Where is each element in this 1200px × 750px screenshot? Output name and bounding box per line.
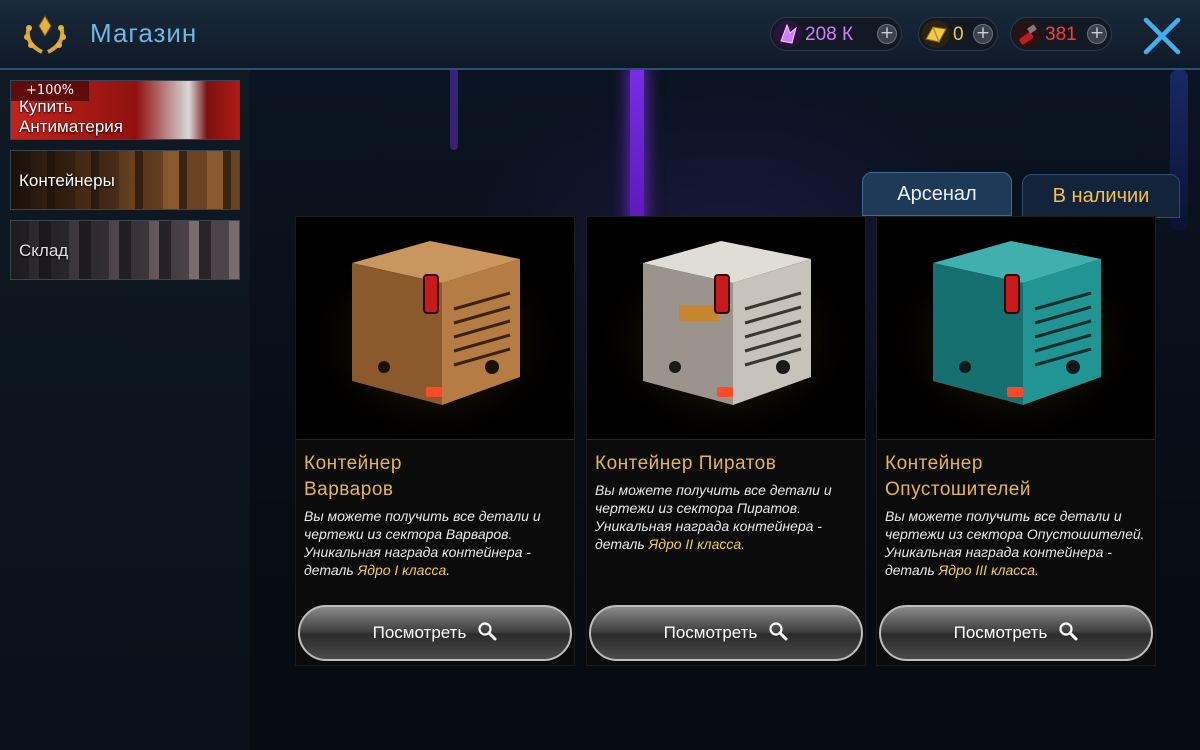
reward-highlight: Ядро I класса	[357, 562, 447, 578]
container-image	[296, 217, 574, 440]
add-antimatter-button[interactable]: +	[877, 24, 897, 44]
sidebar-item-containers[interactable]: Контейнеры	[10, 150, 240, 210]
magnifier-icon	[1059, 622, 1078, 641]
shop-content: Арсенал В наличии Контейнер Варваров Вы …	[250, 70, 1200, 750]
container-image	[877, 217, 1155, 440]
container-card-pirates: Контейнер Пиратов Вы можете получить все…	[586, 216, 866, 666]
currency-value: 0	[953, 24, 964, 45]
tab-in-stock[interactable]: В наличии	[1022, 174, 1180, 218]
sidebar-item-label: Купить Антиматерия	[19, 97, 123, 136]
antimatter-crystal-icon	[774, 20, 802, 48]
container-crate-icon	[587, 217, 865, 439]
container-crate-icon	[877, 217, 1155, 439]
card-title: Контейнер Варваров	[304, 453, 402, 500]
view-button[interactable]: Посмотреть	[298, 605, 572, 661]
magnifier-icon	[769, 622, 788, 641]
currency-value: 381	[1045, 24, 1077, 45]
close-icon[interactable]	[1140, 14, 1184, 58]
reward-highlight: Ядро III класса	[938, 562, 1036, 578]
container-card-barbarians: Контейнер Варваров Вы можете получить вс…	[295, 216, 575, 666]
tab-arsenal[interactable]: Арсенал	[862, 172, 1012, 216]
sidebar-item-buy-antimatter[interactable]: +100% Купить Антиматерия	[10, 80, 240, 140]
background-light-beam	[450, 70, 458, 150]
card-title: Контейнер Пиратов	[595, 453, 777, 474]
sidebar-item-storage[interactable]: Склад	[10, 220, 240, 280]
container-card-devastators: Контейнер Опустошителей Вы можете получи…	[876, 216, 1156, 666]
description-end: .	[1035, 562, 1039, 578]
sidebar-item-label: Контейнеры	[19, 171, 115, 190]
description-end: .	[741, 536, 746, 552]
add-gold-button[interactable]: +	[973, 24, 993, 44]
card-description: Вы можете получить все детали и чертежи …	[595, 481, 857, 553]
currency-value: 208 К	[805, 24, 854, 45]
sidebar-item-label: Склад	[19, 241, 69, 260]
top-bar: Магазин 208 К + 0 + 381 +	[0, 0, 1200, 70]
reward-highlight: Ядро II класса	[648, 536, 742, 552]
view-button[interactable]: Посмотреть	[589, 605, 863, 661]
red-canister-icon	[1014, 20, 1042, 48]
view-button-label: Посмотреть	[663, 623, 758, 642]
view-button-label: Посмотреть	[953, 623, 1048, 642]
magnifier-icon	[478, 622, 497, 641]
gold-ingot-icon	[922, 20, 950, 48]
currency-gold: 0 +	[918, 17, 998, 51]
view-button[interactable]: Посмотреть	[879, 605, 1153, 661]
card-title: Контейнер Опустошителей	[885, 453, 1031, 500]
description-end: .	[446, 562, 451, 578]
card-description: Вы можете получить все детали и чертежи …	[304, 507, 566, 579]
background-light-beam	[630, 70, 644, 230]
card-description: Вы можете получить все детали и чертежи …	[885, 507, 1147, 579]
currency-antimatter: 208 К +	[770, 17, 902, 51]
currency-fuel: 381 +	[1010, 17, 1112, 51]
page-title: Магазин	[90, 18, 198, 48]
view-button-label: Посмотреть	[372, 623, 467, 642]
add-fuel-button[interactable]: +	[1087, 24, 1107, 44]
rank-laurel-icon	[24, 15, 66, 54]
container-image	[587, 217, 865, 440]
container-crate-icon	[296, 217, 574, 439]
